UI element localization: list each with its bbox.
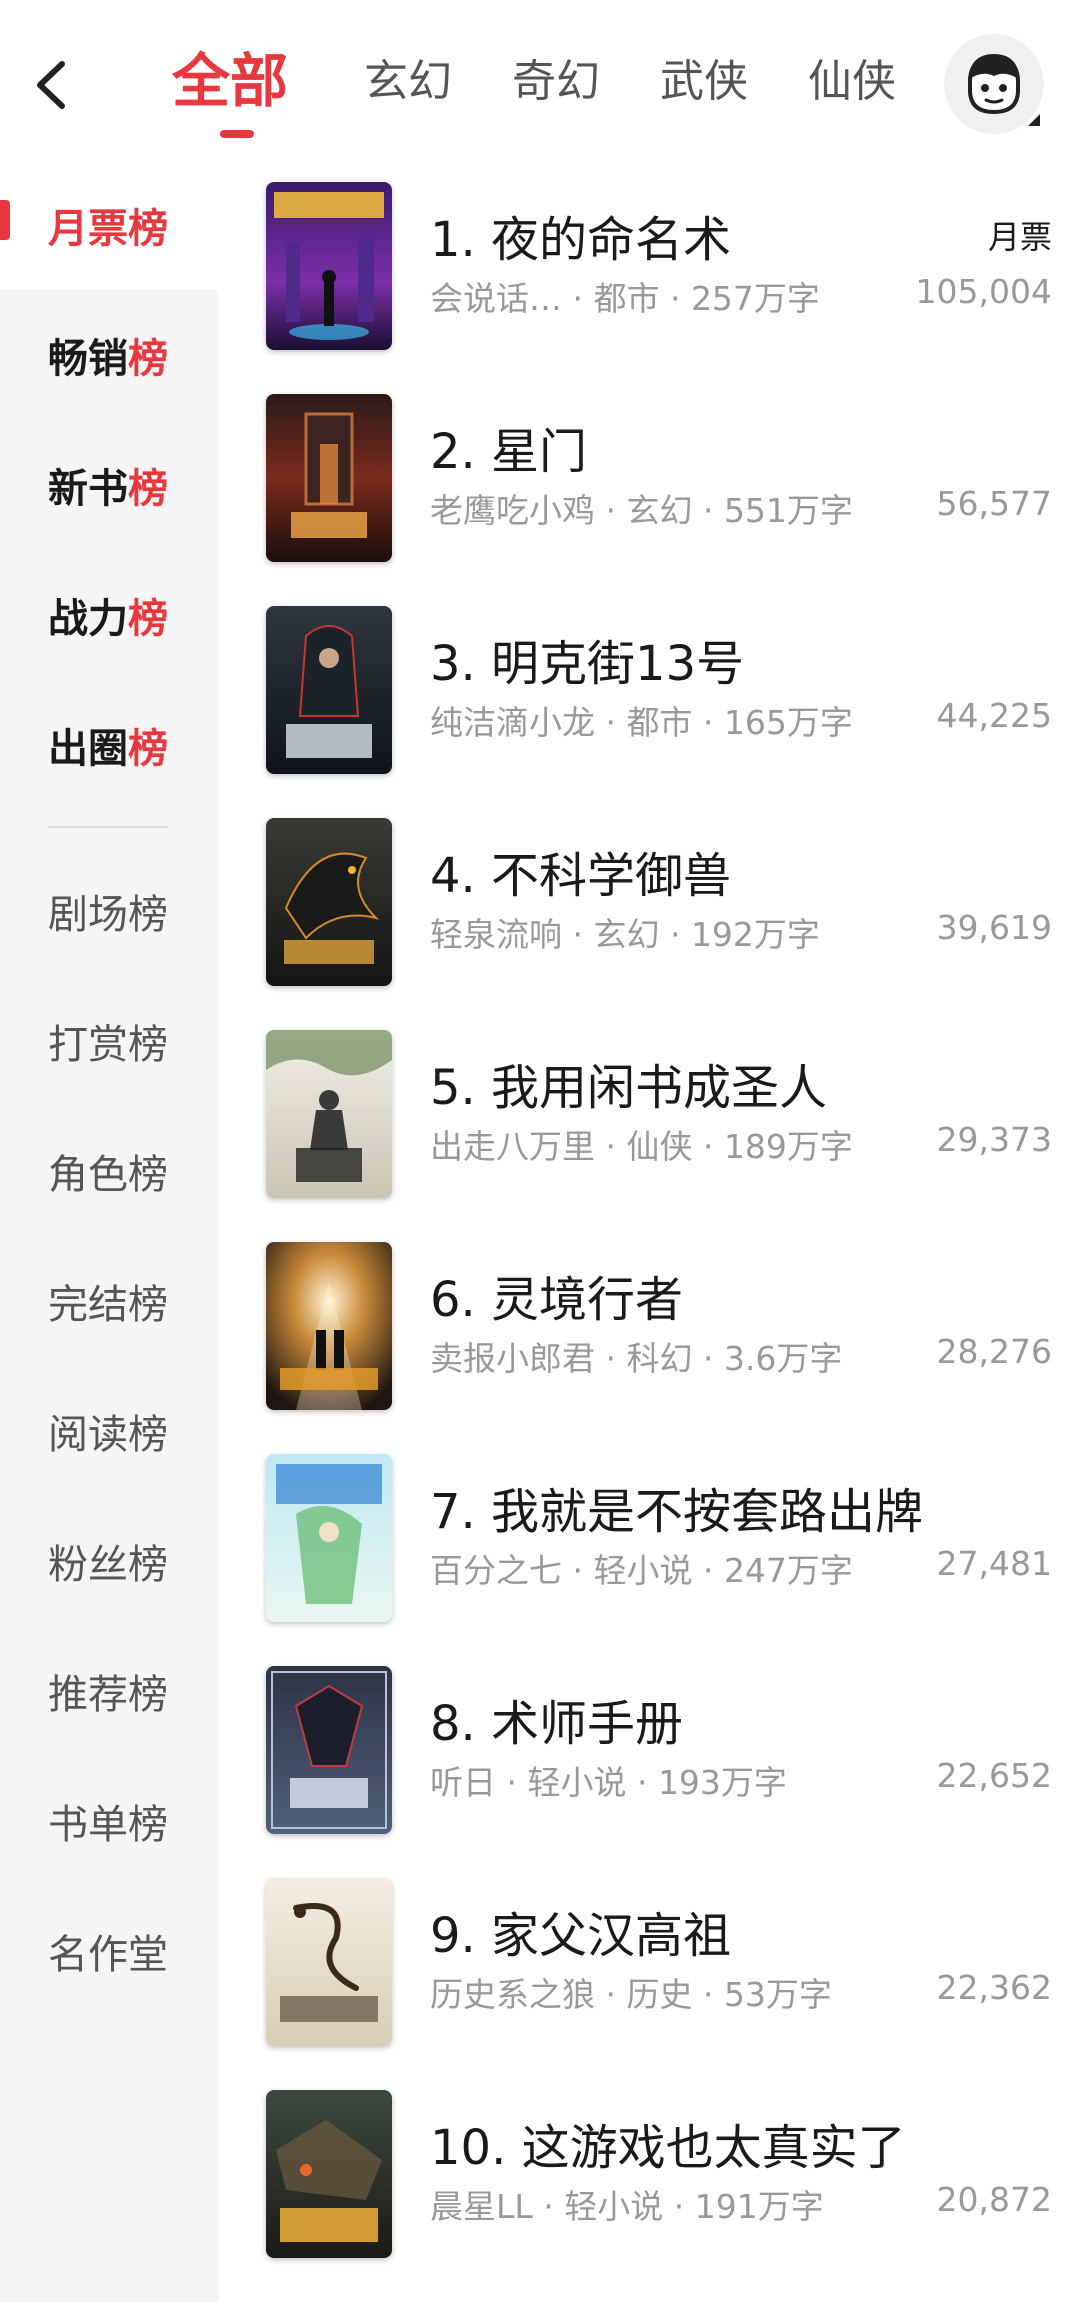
book-cover	[266, 1666, 392, 1834]
book-meta: 出走八万里 · 仙侠 · 189万字	[430, 1127, 853, 1166]
sidebar-item-fans[interactable]: 粉丝榜	[0, 1496, 218, 1626]
ticket-count: 20,872	[936, 2180, 1052, 2219]
sidebar-item-new-books[interactable]: 新书榜	[0, 420, 218, 550]
book-title: 3. 明克街13号	[430, 636, 745, 692]
book-cover	[266, 394, 392, 562]
sidebar-item-label-suffix: 榜	[128, 336, 168, 382]
book-cover	[266, 818, 392, 986]
book-meta: 百分之七 · 轻小说 · 247万字	[430, 1551, 853, 1590]
sidebar-item-breakout[interactable]: 出圈榜	[0, 680, 218, 810]
metric-label: 月票	[987, 218, 1052, 256]
ticket-count: 22,652	[936, 1756, 1052, 1795]
book-item[interactable]: 1. 夜的命名术 月票 会说话… · 都市 · 257万字 105,004	[218, 160, 1080, 376]
book-title: 4. 不科学御兽	[430, 848, 732, 904]
book-item[interactable]: 3. 明克街13号 纯洁滴小龙 · 都市 · 165万字 44,225	[218, 584, 1080, 800]
sidebar-item-label-suffix: 榜	[128, 596, 168, 642]
book-item[interactable]: 10. 这游戏也太真实了 晨星LL · 轻小说 · 191万字 20,872	[218, 2068, 1080, 2284]
book-meta: 晨星LL · 轻小说 · 191万字	[430, 2187, 824, 2226]
ticket-count: 56,577	[936, 484, 1052, 523]
book-item[interactable]: 8. 术师手册 听日 · 轻小说 · 193万字 22,652	[218, 1644, 1080, 1860]
sidebar-item-completed[interactable]: 完结榜	[0, 1236, 218, 1366]
sidebar-item-tips[interactable]: 打赏榜	[0, 976, 218, 1106]
category-tabs: 全部 玄幻 奇幻 武侠 仙侠	[172, 42, 926, 142]
book-meta: 会说话… · 都市 · 257万字	[430, 279, 820, 318]
sidebar-item-label: 出圈榜	[48, 726, 168, 772]
sidebar-item-recommend[interactable]: 推荐榜	[0, 1626, 218, 1756]
book-cover	[266, 1878, 392, 2046]
book-cover	[266, 1030, 392, 1198]
book-item[interactable]: 4. 不科学御兽 轻泉流响 · 玄幻 · 192万字 39,619	[218, 796, 1080, 1012]
ranking-list: 1. 夜的命名术 月票 会说话… · 都市 · 257万字 105,004 2.…	[218, 160, 1080, 2302]
active-tab-indicator	[220, 130, 254, 138]
sidebar-item-label: 新书榜	[48, 466, 168, 512]
book-title: 6. 灵境行者	[430, 1272, 684, 1328]
sidebar-item-characters[interactable]: 角色榜	[0, 1106, 218, 1236]
book-meta: 卖报小郎君 · 科幻 · 3.6万字	[430, 1339, 843, 1378]
avatar-corner-mark	[1028, 114, 1040, 126]
book-item[interactable]: 7. 我就是不按套路出牌 百分之七 · 轻小说 · 247万字 27,481	[218, 1432, 1080, 1648]
book-cover	[266, 606, 392, 774]
ticket-count: 22,362	[936, 1968, 1052, 2007]
book-meta: 轻泉流响 · 玄幻 · 192万字	[430, 915, 820, 954]
sidebar-divider	[48, 826, 168, 828]
book-cover	[266, 1242, 392, 1410]
tab-all[interactable]: 全部	[172, 42, 334, 138]
sidebar-item-hall-of-fame[interactable]: 名作堂	[0, 1886, 218, 2016]
tab-label: 全部	[172, 47, 289, 115]
ticket-count: 27,481	[936, 1544, 1052, 1583]
book-meta: 听日 · 轻小说 · 193万字	[430, 1763, 787, 1802]
sidebar-item-bestseller[interactable]: 畅销榜	[0, 290, 218, 420]
sidebar-item-label: 月票榜	[48, 206, 168, 252]
ticket-count: 39,619	[936, 908, 1052, 947]
sidebar-active-indicator	[0, 200, 10, 240]
sidebar-item-label: 战力榜	[48, 596, 168, 642]
book-item[interactable]: 6. 灵境行者 卖报小郎君 · 科幻 · 3.6万字 28,276	[218, 1220, 1080, 1436]
book-item[interactable]: 2. 星门 老鹰吃小鸡 · 玄幻 · 551万字 56,577	[218, 372, 1080, 588]
sidebar-item-reading[interactable]: 阅读榜	[0, 1366, 218, 1496]
book-title: 1. 夜的命名术	[430, 212, 732, 268]
book-title: 7. 我就是不按套路出牌	[430, 1484, 924, 1540]
avatar-mascot-icon	[968, 54, 1020, 115]
book-item[interactable]: 9. 家父汉高祖 历史系之狼 · 历史 · 53万字 22,362	[218, 1856, 1080, 2072]
tab-wuxia[interactable]: 武侠	[630, 42, 778, 132]
book-item[interactable]: 5. 我用闲书成圣人 出走八万里 · 仙侠 · 189万字 29,373	[218, 1008, 1080, 1224]
book-cover	[266, 2090, 392, 2258]
book-title: 8. 术师手册	[430, 1696, 684, 1752]
sidebar-item-label-suffix: 榜	[128, 466, 168, 512]
book-cover	[266, 182, 392, 350]
book-title: 10. 这游戏也太真实了	[430, 2120, 906, 2176]
sidebar-item-theater[interactable]: 剧场榜	[0, 846, 218, 976]
book-cover	[266, 1454, 392, 1622]
tab-xuanhuan[interactable]: 玄幻	[334, 42, 482, 132]
sidebar-item-booklists[interactable]: 书单榜	[0, 1756, 218, 1886]
book-meta: 历史系之狼 · 历史 · 53万字	[430, 1975, 832, 2014]
book-title: 5. 我用闲书成圣人	[430, 1060, 828, 1116]
sidebar-item-label: 畅销榜	[48, 336, 168, 382]
ticket-count: 105,004	[915, 272, 1052, 311]
ticket-count: 28,276	[936, 1332, 1052, 1371]
book-meta: 老鹰吃小鸡 · 玄幻 · 551万字	[430, 491, 853, 530]
ranking-sidebar: 月票榜 畅销榜 新书榜 战力榜 出圈榜 剧场榜 打赏榜 角色榜 完结榜 阅读榜 …	[0, 160, 218, 2302]
tab-xianxia[interactable]: 仙侠	[778, 42, 926, 132]
avatar-button[interactable]	[944, 34, 1044, 134]
sidebar-item-power[interactable]: 战力榜	[0, 550, 218, 680]
book-title: 2. 星门	[430, 424, 588, 480]
book-title: 9. 家父汉高祖	[430, 1908, 732, 1964]
ticket-count: 44,225	[936, 696, 1052, 735]
book-meta: 纯洁滴小龙 · 都市 · 165万字	[430, 703, 853, 742]
top-bar: 全部 玄幻 奇幻 武侠 仙侠	[0, 0, 1080, 160]
tab-qihuan[interactable]: 奇幻	[482, 42, 630, 132]
chevron-left-icon	[37, 61, 65, 109]
ticket-count: 29,373	[936, 1120, 1052, 1159]
sidebar-item-monthly-ticket[interactable]: 月票榜	[0, 160, 218, 290]
sidebar-item-label-suffix: 榜	[128, 726, 168, 772]
back-button[interactable]	[22, 50, 82, 120]
